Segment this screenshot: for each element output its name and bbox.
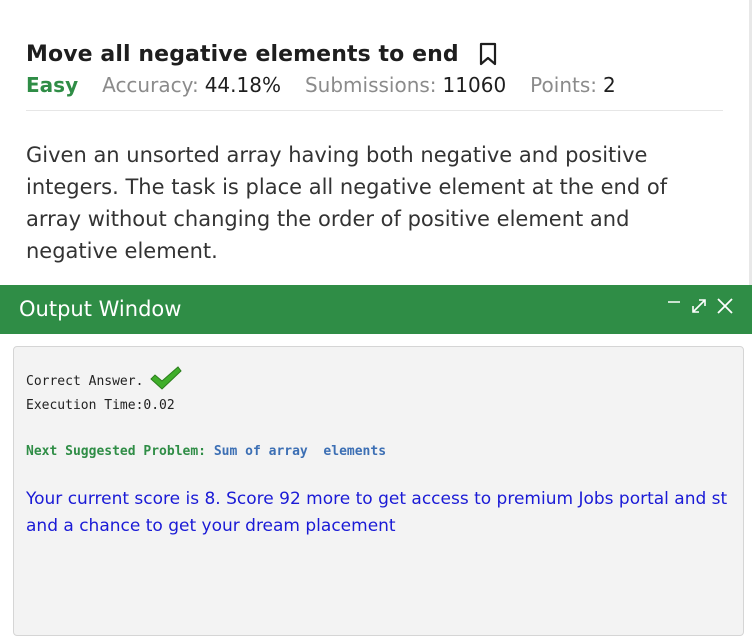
accuracy-label: Accuracy:: [102, 73, 199, 97]
output-window-header: Output Window: [0, 285, 752, 334]
minimize-icon[interactable]: [666, 298, 682, 314]
problem-meta: Easy Accuracy: 44.18% Submissions: 11060…: [26, 72, 640, 98]
difficulty-badge: Easy: [26, 73, 79, 97]
submissions-value: 11060: [442, 73, 507, 97]
output-window-body: Correct Answer. Execution Time:0.02 Next…: [13, 346, 744, 636]
points-value: 2: [603, 73, 616, 97]
output-window-controls: [666, 297, 734, 315]
points-label: Points:: [530, 73, 597, 97]
problem-title: Move all negative elements to end: [26, 41, 459, 67]
score-message: Your current score is 8. Score 92 more t…: [26, 489, 728, 536]
problem-description: Given an unsorted array having both nega…: [26, 143, 668, 263]
checkmark-icon: [149, 365, 183, 395]
problem-title-row: Move all negative elements to end: [26, 38, 497, 70]
correct-answer-text: Correct Answer.: [26, 373, 144, 389]
divider: [26, 110, 723, 111]
bookmark-icon[interactable]: [479, 42, 497, 66]
expand-icon[interactable]: [690, 297, 708, 315]
execution-time: Execution Time:0.02: [26, 398, 175, 413]
next-problem-link[interactable]: Sum of array elements: [214, 444, 386, 459]
accuracy-value: 44.18%: [204, 73, 281, 97]
next-suggested-problem: Next Suggested Problem: Sum of array ele…: [26, 444, 386, 459]
next-problem-label: Next Suggested Problem:: [26, 444, 207, 459]
submissions-label: Submissions:: [304, 73, 437, 97]
close-icon[interactable]: [716, 297, 734, 315]
result-line: Correct Answer.: [26, 365, 183, 395]
output-window-title: Output Window: [19, 297, 182, 321]
